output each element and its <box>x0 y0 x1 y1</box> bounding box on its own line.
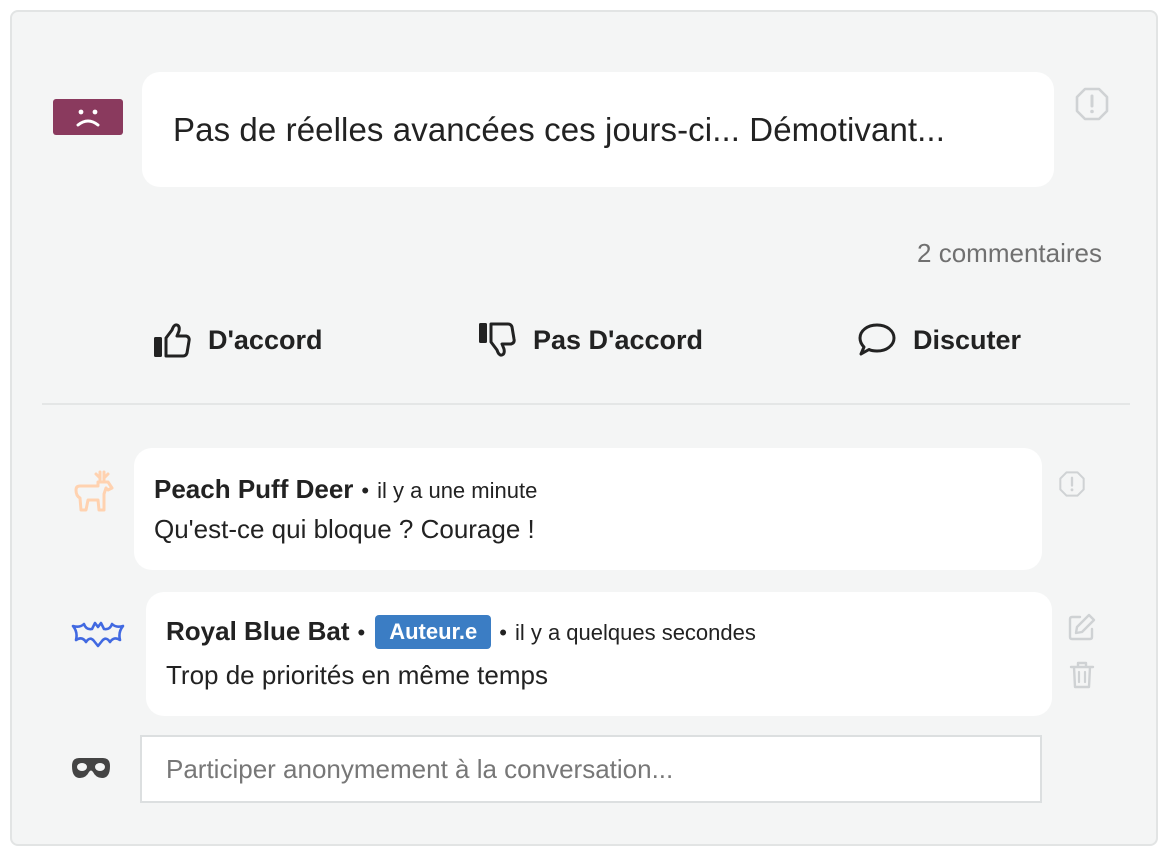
comment-author[interactable]: Royal Blue Bat <box>166 616 350 647</box>
mask-icon <box>71 756 111 782</box>
comment-header: Peach Puff Deer • il y a une minute <box>154 474 537 505</box>
comment-author[interactable]: Peach Puff Deer <box>154 474 353 505</box>
comment-1: Peach Puff Deer • il y a une minute Qu'e… <box>134 448 1042 570</box>
agree-button[interactable]: D'accord <box>152 320 322 360</box>
author-badge: Auteur.e <box>375 615 492 649</box>
comment-header: Royal Blue Bat • Auteur.e • il y a quelq… <box>166 615 756 650</box>
discuss-label: Discuter <box>913 324 1022 355</box>
thumbs-down-icon <box>479 322 516 357</box>
trash-icon[interactable] <box>1068 660 1096 690</box>
comment-time: il y a une minute <box>377 478 538 503</box>
sad-face-icon <box>53 99 123 135</box>
comment-2: Royal Blue Bat • Auteur.e • il y a quelq… <box>146 592 1052 716</box>
speech-bubble-icon <box>858 323 896 356</box>
report-post-icon[interactable] <box>1074 86 1110 122</box>
edit-icon[interactable] <box>1067 612 1097 642</box>
thumbs-up-icon <box>154 323 191 358</box>
separator-dot: • <box>357 620 366 645</box>
disagree-label: Pas D'accord <box>533 324 704 355</box>
reply-input[interactable] <box>140 735 1042 803</box>
report-comment-icon[interactable] <box>1058 470 1086 498</box>
deer-icon <box>70 468 116 514</box>
agree-label: D'accord <box>208 324 323 355</box>
separator-dot: • <box>361 478 370 503</box>
separator-dot: • <box>499 620 507 645</box>
comment-count[interactable]: 2 commentaires <box>917 238 1102 269</box>
post-text: Pas de réelles avancées ces jours-ci... … <box>173 110 945 148</box>
bat-icon <box>70 618 126 648</box>
divider <box>42 403 1130 405</box>
post-bubble: Pas de réelles avancées ces jours-ci... … <box>142 72 1054 187</box>
comment-text: Trop de priorités en même temps <box>166 660 548 690</box>
discuss-button[interactable]: Discuter <box>857 320 1021 360</box>
feedback-card: Pas de réelles avancées ces jours-ci... … <box>10 10 1158 846</box>
disagree-button[interactable]: Pas D'accord <box>477 320 703 360</box>
comment-text: Qu'est-ce qui bloque ? Courage ! <box>154 514 535 544</box>
comment-time: il y a quelques secondes <box>514 620 756 645</box>
